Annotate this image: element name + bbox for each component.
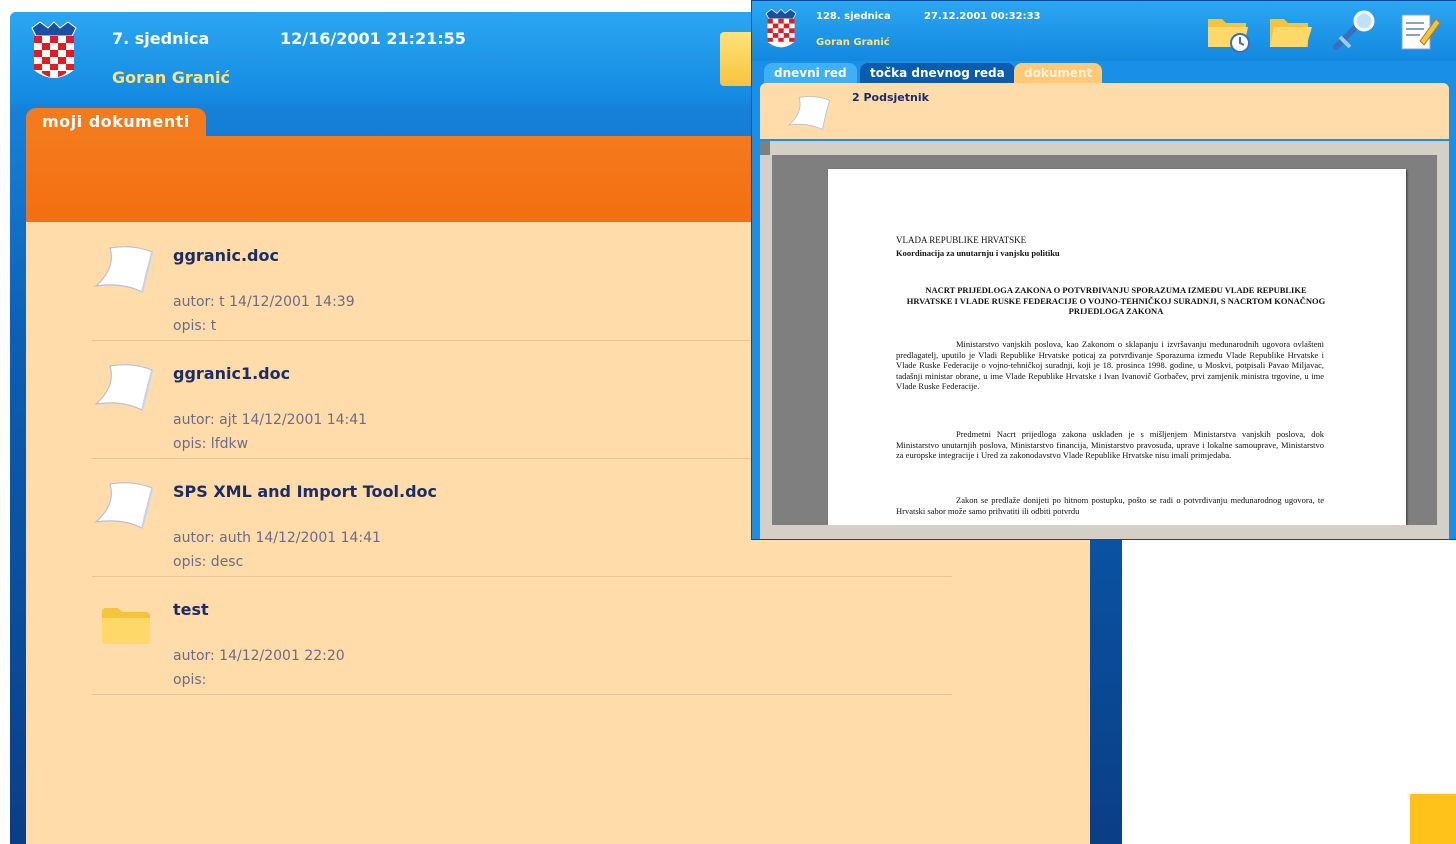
document-editor[interactable]: VLADA REPUBLIKE HRVATSKE Koordinacija za…	[760, 141, 1449, 525]
tab-document[interactable]: dokument	[1014, 63, 1103, 83]
folder-open-icon[interactable]	[1266, 7, 1314, 55]
document-icon	[787, 96, 831, 131]
horizontal-ruler[interactable]	[770, 141, 1438, 155]
document-page[interactable]: VLADA REPUBLIKE HRVATSKE Koordinacija za…	[828, 169, 1406, 525]
croatian-coat-of-arms-icon	[765, 8, 797, 48]
item-name[interactable]: ggranic1.doc	[173, 364, 290, 383]
doc-paragraph-2: Predmetni Nacrt prijedloga zakona usklađ…	[896, 429, 1324, 460]
doc-title: NACRT PRIJEDLOGA ZAKONA O POTVRĐIVANJU S…	[906, 285, 1326, 316]
list-item[interactable]: test autor: 14/12/2001 22:20 opis:	[26, 576, 1090, 695]
status-bar	[760, 525, 1449, 539]
document-icon	[94, 482, 153, 529]
meeting-number: 7. sjednica	[112, 29, 210, 48]
search-tool-icon[interactable]	[1330, 7, 1378, 55]
item-author: autor: t 14/12/2001 14:39	[173, 294, 355, 310]
user-name: Goran Granić	[816, 37, 890, 48]
document-title: 2 Podsjetnik	[852, 91, 929, 104]
folder-icon	[102, 608, 150, 644]
user-name: Goran Granić	[112, 68, 230, 87]
croatian-coat-of-arms-icon	[31, 21, 77, 78]
doc-heading-1: VLADA REPUBLIKE HRVATSKE	[896, 235, 1027, 245]
edit-document-icon[interactable]	[1394, 7, 1442, 55]
meeting-datetime: 12/16/2001 21:21:55	[280, 29, 466, 48]
vertical-scrollbar[interactable]	[1437, 141, 1449, 525]
vertical-ruler[interactable]	[760, 155, 772, 525]
item-name[interactable]: SPS XML and Import Tool.doc	[173, 482, 437, 501]
document-icon	[94, 364, 153, 411]
item-name[interactable]: test	[173, 600, 209, 619]
item-description: opis: t	[173, 318, 217, 334]
item-description: opis: desc	[173, 554, 244, 570]
item-author: autor: ajt 14/12/2001 14:41	[173, 412, 368, 428]
item-name[interactable]: ggranic.doc	[173, 246, 279, 265]
doc-heading-2: Koordinacija za unutarnju i vanjsku poli…	[896, 248, 1060, 258]
item-description: opis:	[173, 672, 207, 688]
meeting-number: 128. sjednica	[816, 11, 891, 22]
tab-agenda-item[interactable]: točka dnevnog reda	[860, 63, 1015, 83]
divider	[92, 694, 952, 695]
document-viewer-window: 128. sjednica 27.12.2001 00:32:33 Goran …	[751, 0, 1456, 540]
meeting-datetime: 27.12.2001 00:32:33	[924, 11, 1041, 22]
doc-paragraph-1: Ministarstvo vanjskih poslova, kao Zakon…	[896, 339, 1324, 391]
tab-my-documents[interactable]: moji dokumenti	[26, 108, 206, 138]
document-icon	[94, 246, 153, 293]
doc-paragraph-3: Zakon se predlaže donijeti po hitnom pos…	[896, 495, 1324, 516]
window-header: 128. sjednica 27.12.2001 00:32:33 Goran …	[752, 1, 1456, 61]
item-author: autor: auth 14/12/2001 14:41	[173, 530, 381, 546]
tab-agenda[interactable]: dnevni red	[764, 63, 857, 83]
corner-decoration	[1410, 794, 1456, 844]
folder-clock-icon[interactable]	[1204, 7, 1252, 55]
item-author: autor: 14/12/2001 22:20	[173, 648, 345, 664]
item-description: opis: lfdkw	[173, 436, 249, 452]
